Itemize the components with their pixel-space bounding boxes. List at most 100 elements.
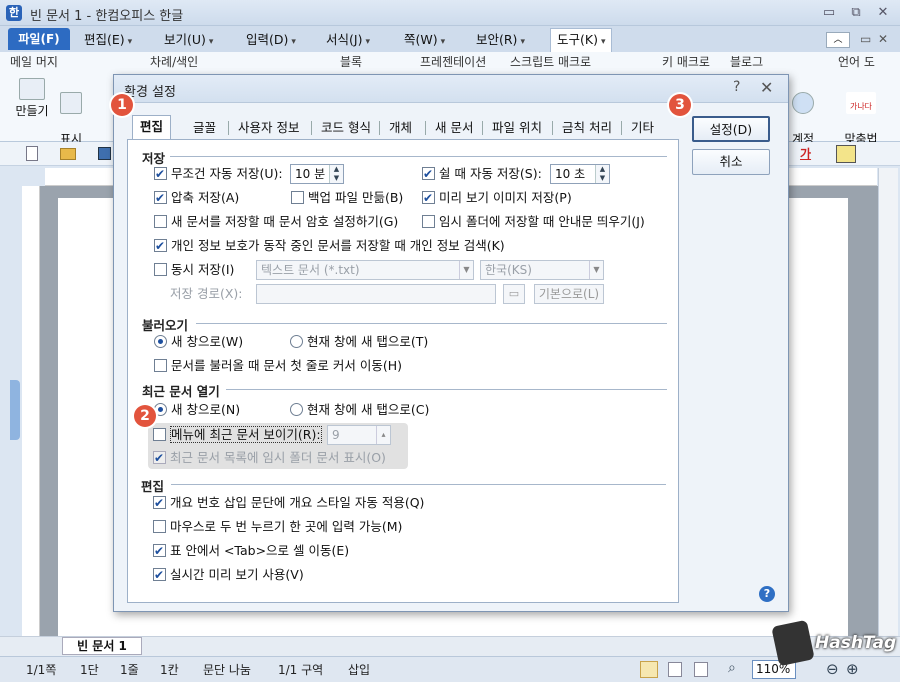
menu-security[interactable]: 보안(R) ▾: [470, 30, 531, 50]
zoom-icon[interactable]: ⌕: [728, 660, 736, 676]
recent-new-tab-radio[interactable]: 현재 창에 새 탭으로(C): [290, 401, 429, 419]
compress-save-checkbox[interactable]: 압축 저장(A): [154, 189, 239, 207]
font-color-icon[interactable]: 가: [800, 145, 811, 162]
status-page: 1/1쪽: [26, 663, 57, 677]
annotation-badge-3: 3: [669, 94, 691, 116]
dialog-title: 환경 설정: [124, 85, 176, 100]
recent-new-window-radio[interactable]: 새 창으로(N): [154, 401, 240, 419]
make-button[interactable]: 만들기: [14, 78, 50, 118]
document-tab[interactable]: 빈 문서 1: [62, 637, 142, 655]
tab-file-location[interactable]: 파일 위치: [485, 117, 549, 139]
doc-password-checkbox[interactable]: 새 문서를 저장할 때 문서 암호 설정하기(G): [154, 213, 398, 231]
doc-password-label: 새 문서를 저장할 때 문서 암호 설정하기(G): [171, 214, 399, 229]
browse-folder-icon[interactable]: ▭: [503, 284, 525, 304]
open-new-tab-label: 현재 창에 새 탭으로(T): [307, 334, 429, 349]
close-icon[interactable]: ✕: [760, 78, 773, 97]
ribbon-collapse-icon[interactable]: ︿: [826, 32, 850, 48]
status-insert-mode[interactable]: 삽입: [348, 661, 370, 678]
status-split: 문단 나눔: [203, 663, 251, 677]
restore-icon[interactable]: ⧉: [845, 4, 867, 22]
menu-page[interactable]: 쪽(W) ▾: [398, 30, 451, 50]
outline-style-checkbox[interactable]: 개요 번호 삽입 문단에 개요 스타일 자동 적용(Q): [153, 494, 424, 512]
tab-edit[interactable]: 편집: [132, 115, 172, 140]
simultaneous-encoding-select[interactable]: 한국(KS) ▼: [480, 260, 604, 280]
show-recent-in-menu-checkbox[interactable]: 메뉴에 최근 문서 보이기(R):: [153, 426, 322, 444]
auto-save-interval-stepper[interactable]: 10 분 ▲ ▼: [290, 164, 344, 184]
spin-arrows-icon[interactable]: ▲ ▼: [329, 165, 343, 183]
default-path-button[interactable]: 기본으로(L): [534, 284, 604, 304]
menu-insert[interactable]: 입력(D) ▾: [240, 30, 302, 50]
backup-file-checkbox[interactable]: 백업 파일 만듦(B): [291, 189, 403, 207]
settings-button[interactable]: 설정(D): [692, 116, 770, 142]
close-icon[interactable]: ✕: [872, 4, 894, 22]
tab-code-format[interactable]: 코드 형식: [314, 117, 378, 139]
menu-view[interactable]: 보기(U) ▾: [158, 30, 219, 50]
live-preview-label: 실시간 미리 보기 사용(V): [170, 567, 304, 582]
tab-separator: [552, 121, 553, 135]
idle-save-label: 쉴 때 자동 저장(S):: [439, 166, 542, 181]
ribbon-minimize-icon[interactable]: ▭: [860, 32, 871, 46]
menu-file[interactable]: 파일(F): [8, 28, 70, 50]
double-click-input-checkbox[interactable]: 마우스로 두 번 누르기 한 곳에 입력 가능(M): [153, 518, 402, 536]
show-recent-in-menu-label: 메뉴에 최근 문서 보이기(R):: [170, 426, 322, 443]
idle-save-interval-stepper[interactable]: 10 초 ▲ ▼: [550, 164, 610, 184]
new-doc-icon[interactable]: [26, 146, 38, 161]
cursor-first-line-label: 문서를 불러올 때 문서 첫 줄로 커서 이동(H): [171, 358, 402, 373]
menu-format[interactable]: 서식(J) ▾: [320, 30, 376, 50]
checkbox-icon: [153, 494, 166, 512]
tab-new-doc[interactable]: 새 문서: [428, 117, 480, 139]
temp-folder-notice-checkbox[interactable]: 임시 폴더에 저장할 때 안내문 띄우기(J): [422, 213, 645, 231]
recent-count-stepper[interactable]: 9 ▴: [327, 425, 391, 445]
cancel-button[interactable]: 취소: [692, 149, 770, 175]
save-icon[interactable]: [98, 147, 111, 160]
open-new-window-radio[interactable]: 새 창으로(W): [154, 333, 243, 351]
vertical-scrollbar[interactable]: [878, 168, 898, 636]
minimize-icon[interactable]: ▭: [818, 4, 840, 22]
tab-object[interactable]: 개체: [382, 117, 419, 139]
side-panel-toggle[interactable]: [10, 380, 20, 440]
menu-edit[interactable]: 편집(E) ▾: [78, 30, 138, 50]
ribbon-close-icon[interactable]: ✕: [878, 32, 888, 46]
chevron-down-icon: ▼: [459, 261, 473, 279]
web-view-icon[interactable]: [694, 662, 708, 677]
open-new-tab-radio[interactable]: 현재 창에 새 탭으로(T): [290, 333, 428, 351]
preview-image-checkbox[interactable]: 미리 보기 이미지 저장(P): [422, 189, 572, 207]
table-tab-move-checkbox[interactable]: 표 안에서 <Tab>으로 셀 이동(E): [153, 542, 349, 560]
save-path-label: 저장 경로(X):: [170, 286, 243, 301]
live-preview-checkbox[interactable]: 실시간 미리 보기 사용(V): [153, 566, 304, 584]
recent-temp-folder-checkbox[interactable]: 최근 문서 목록에 임시 폴더 문서 표시(O): [153, 449, 386, 467]
idle-save-interval-value: 10 초: [555, 167, 586, 181]
ribbon-group-presentation: 프레젠테이션: [420, 55, 487, 69]
tab-user-info[interactable]: 사용자 정보: [231, 117, 306, 139]
checkbox-icon: [153, 428, 166, 441]
tab-line-break-rules[interactable]: 금칙 처리: [555, 117, 619, 139]
recent-temp-folder-label: 최근 문서 목록에 임시 폴더 문서 표시(O): [170, 450, 386, 465]
chevron-down-icon: ▾: [520, 37, 525, 47]
chevron-down-icon: ▾: [440, 37, 446, 47]
help-icon[interactable]: ?: [733, 79, 740, 95]
checkbox-icon: [422, 165, 435, 183]
status-col: 1칸: [160, 663, 179, 677]
draft-view-icon[interactable]: [668, 662, 682, 677]
ribbon-group-block: 블록: [340, 55, 363, 69]
privacy-check-checkbox[interactable]: 개인 정보 보호가 동작 중인 문서를 저장할 때 개인 정보 검색(K): [154, 237, 505, 255]
simultaneous-format-select[interactable]: 텍스트 문서 (*.txt) ▼: [256, 260, 474, 280]
open-folder-icon[interactable]: [60, 148, 76, 160]
radio-icon: [154, 335, 167, 348]
tab-font[interactable]: 글꼴: [186, 117, 223, 139]
ribbon-group-toc: 차례/색인: [150, 55, 199, 69]
spin-arrows-icon[interactable]: ▲ ▼: [595, 165, 609, 183]
tab-other[interactable]: 기타: [624, 117, 661, 139]
idle-save-checkbox[interactable]: 쉴 때 자동 저장(S):: [422, 165, 542, 183]
simultaneous-save-checkbox[interactable]: 동시 저장(I): [154, 261, 234, 279]
help-icon[interactable]: ?: [759, 586, 775, 602]
auto-save-checkbox[interactable]: 무조건 자동 저장(U):: [154, 165, 283, 183]
save-path-input[interactable]: [256, 284, 496, 304]
menu-tools[interactable]: 도구(K) ▾: [550, 28, 613, 52]
checkbox-icon: [153, 520, 166, 533]
highlight-icon[interactable]: [836, 145, 856, 163]
checkbox-icon: [422, 215, 435, 228]
page-view-icon[interactable]: [640, 661, 658, 678]
watermark-logo: HashTag: [771, 615, 896, 670]
cursor-first-line-checkbox[interactable]: 문서를 불러올 때 문서 첫 줄로 커서 이동(H): [154, 357, 402, 375]
